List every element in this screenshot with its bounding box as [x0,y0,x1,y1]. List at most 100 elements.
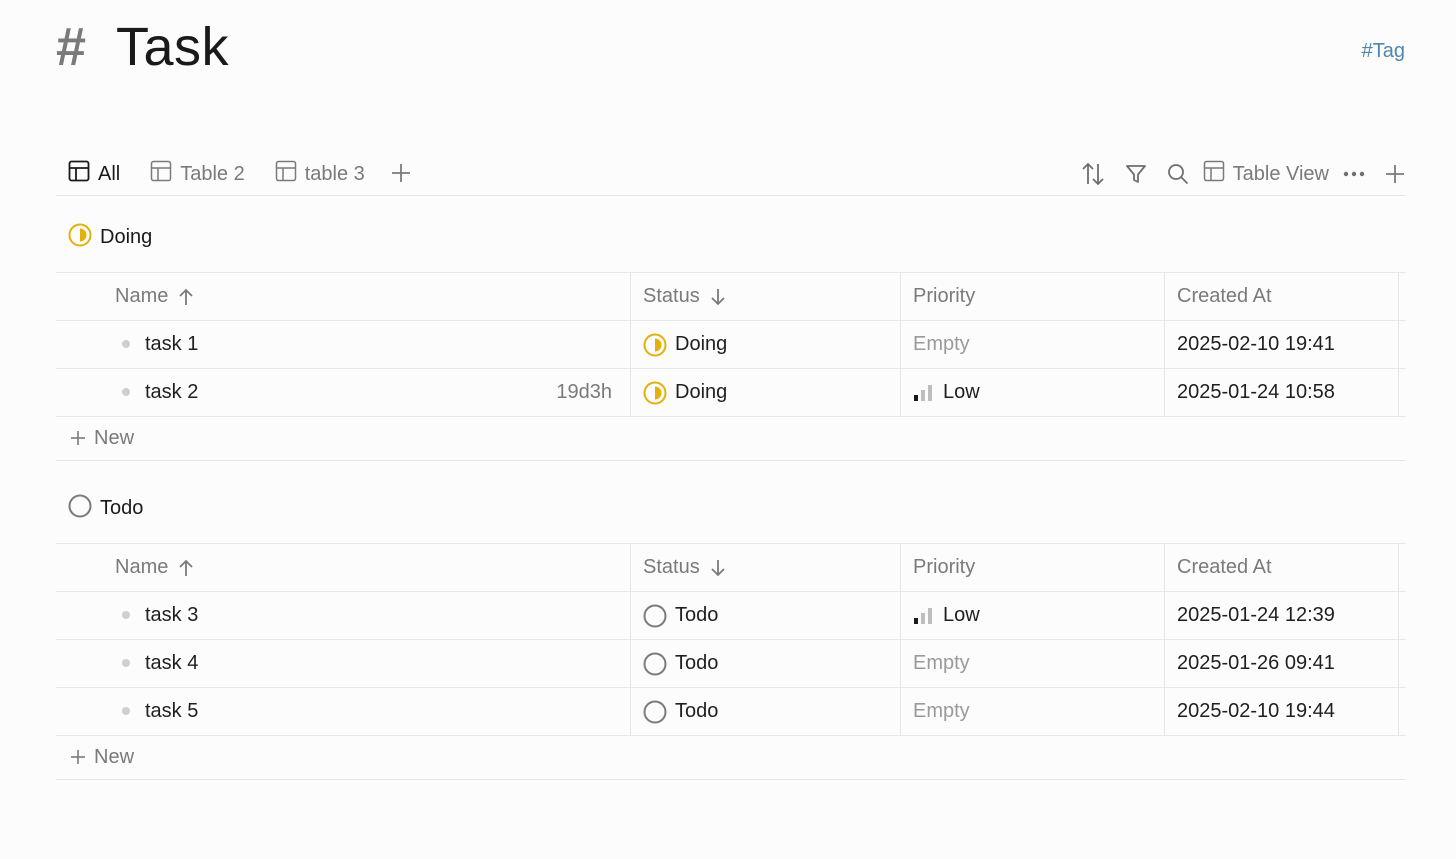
status-label: Todo [675,652,719,674]
priority-cell[interactable]: Empty [901,321,1165,368]
status-cell[interactable]: Todo [631,688,901,735]
created-cell[interactable]: 2025-01-24 12:39 [1165,592,1399,639]
column-label: Priority [913,285,976,307]
column-label: Name [115,285,169,307]
row-spacer [1399,688,1405,735]
column-header-priority[interactable]: Priority [901,544,1165,591]
priority-cell[interactable]: Empty [901,640,1165,687]
table-row[interactable]: task 4 Todo Empty 2025-01-26 09:41 [56,640,1405,688]
column-header-created[interactable]: Created At [1165,273,1399,320]
add-row-plus-icon[interactable] [1385,164,1405,184]
page: # Task #Tag All Table 2 table 3 Table Vi… [0,0,1456,859]
view-tabs: All Table 2 table 3 [68,160,411,188]
name-cell[interactable]: task 2 19d3h [56,369,631,416]
bullet-icon [122,611,130,619]
created-value: 2025-01-24 12:39 [1177,604,1335,626]
table-view-button[interactable]: Table View [1203,160,1329,188]
hash-icon: # [56,17,87,77]
created-value: 2025-01-24 10:58 [1177,381,1335,403]
page-title[interactable]: Task [116,20,229,74]
status-label: Doing [675,381,728,403]
priority-label: Empty [913,700,970,722]
group-doing: Doing Name Status Priority Created At ta… [56,203,1405,461]
task-name: task 5 [145,700,199,722]
column-header-name[interactable]: Name [56,273,631,320]
new-label: New [94,746,135,768]
row-spacer [1399,640,1405,687]
priority-low-icon [913,384,933,402]
column-spacer [1399,544,1405,591]
column-label: Created At [1177,556,1272,578]
column-label: Status [643,556,700,578]
column-label: Priority [913,556,976,578]
sort-icon[interactable] [1081,161,1105,187]
todo-status-icon [643,652,667,676]
add-new-row-button[interactable]: New [56,417,1405,461]
doing-status-icon [643,333,667,357]
name-cell[interactable]: task 5 [56,688,631,735]
todo-status-icon [68,494,92,523]
table-header-row: Name Status Priority Created At [56,273,1405,321]
filter-icon[interactable] [1125,163,1147,185]
column-header-status[interactable]: Status [631,273,901,320]
add-view-plus-icon[interactable] [391,161,411,187]
tab-table-3[interactable]: table 3 [275,160,365,188]
bullet-icon [122,388,130,396]
group-label: Doing [100,226,153,248]
priority-cell[interactable]: Empty [901,688,1165,735]
status-label: Todo [675,604,719,626]
column-header-status[interactable]: Status [631,544,901,591]
table-row[interactable]: task 1 Doing Empty 2025-02-10 19:41 [56,321,1405,369]
row-spacer [1399,592,1405,639]
table-row[interactable]: task 3 Todo Low 2025-01-24 12:39 [56,592,1405,640]
arrow-up-icon [178,288,194,306]
priority-label: Low [943,604,980,626]
title-row: # Task [56,20,229,74]
task-name: task 1 [145,333,199,355]
created-cell[interactable]: 2025-01-24 10:58 [1165,369,1399,416]
arrow-down-icon [710,288,726,306]
status-cell[interactable]: Todo [631,592,901,639]
priority-label: Empty [913,652,970,674]
priority-cell[interactable]: Low [901,592,1165,639]
created-cell[interactable]: 2025-02-10 19:44 [1165,688,1399,735]
name-cell[interactable]: task 4 [56,640,631,687]
group-header[interactable]: Todo [56,474,1405,544]
table-row[interactable]: task 5 Todo Empty 2025-02-10 19:44 [56,688,1405,736]
search-icon[interactable] [1167,163,1189,185]
tab-label: All [98,162,121,185]
priority-cell[interactable]: Low [901,369,1165,416]
group-header[interactable]: Doing [56,203,1405,273]
table-view-label: Table View [1232,162,1329,185]
group-todo: Todo Name Status Priority Created At tas… [56,474,1405,780]
column-header-priority[interactable]: Priority [901,273,1165,320]
task-name: task 3 [145,604,199,626]
status-cell[interactable]: Doing [631,369,901,416]
status-cell[interactable]: Doing [631,321,901,368]
doing-status-icon [643,381,667,405]
created-value: 2025-01-26 09:41 [1177,652,1335,674]
priority-low-icon [913,607,933,625]
created-cell[interactable]: 2025-01-26 09:41 [1165,640,1399,687]
add-new-row-button[interactable]: New [56,736,1405,780]
group-label: Todo [100,497,144,519]
column-header-created[interactable]: Created At [1165,544,1399,591]
tab-all[interactable]: All [68,160,120,188]
name-cell[interactable]: task 1 [56,321,631,368]
tag-link[interactable]: #Tag [1362,40,1405,63]
tab-table-2[interactable]: Table 2 [150,160,245,188]
created-cell[interactable]: 2025-02-10 19:41 [1165,321,1399,368]
bullet-icon [122,340,130,348]
table-icon [150,160,180,188]
table-header-row: Name Status Priority Created At [56,544,1405,592]
created-value: 2025-02-10 19:41 [1177,333,1335,355]
created-value: 2025-02-10 19:44 [1177,700,1335,722]
table-row[interactable]: task 2 19d3h Doing Low 2025-01-24 10:58 [56,369,1405,417]
bullet-icon [122,659,130,667]
name-cell[interactable]: task 3 [56,592,631,639]
plus-icon [70,746,86,770]
status-cell[interactable]: Todo [631,640,901,687]
view-toolbar: All Table 2 table 3 Table View [56,152,1405,196]
more-icon[interactable] [1343,171,1365,177]
column-header-name[interactable]: Name [56,544,631,591]
